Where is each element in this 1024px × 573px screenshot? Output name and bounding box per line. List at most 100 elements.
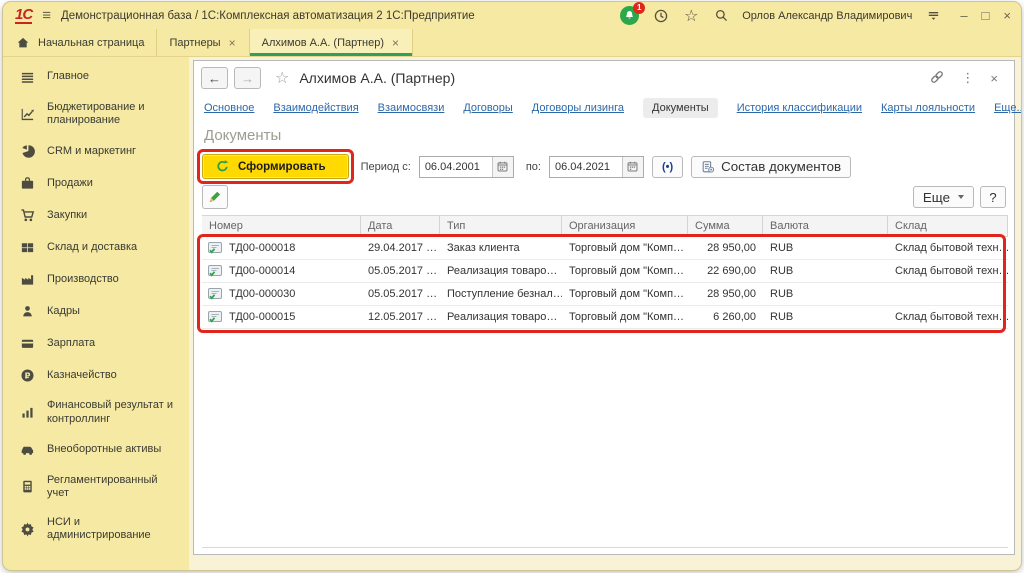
column-header[interactable]: Дата bbox=[361, 215, 440, 237]
more-actions-icon[interactable]: ⋮ bbox=[961, 70, 974, 86]
column-header[interactable]: Валюта bbox=[763, 215, 888, 237]
column-header[interactable]: Тип bbox=[440, 215, 562, 237]
table-row[interactable]: ТД00-000018 29.04.2017 … Заказ клиента Т… bbox=[202, 237, 1008, 260]
nav-link[interactable]: Документы bbox=[643, 98, 718, 118]
document-posted-icon bbox=[207, 241, 223, 255]
column-header[interactable]: Организация bbox=[562, 215, 688, 237]
edit-button[interactable] bbox=[202, 185, 228, 209]
tab[interactable]: Алхимов А.А. (Партнер) × bbox=[250, 29, 413, 56]
calendar-icon[interactable] bbox=[492, 157, 513, 177]
more-button[interactable]: Еще bbox=[913, 186, 974, 208]
nav-link[interactable]: Договоры bbox=[463, 102, 512, 114]
sidebar-item[interactable]: НСИ и администрирование bbox=[3, 508, 189, 550]
calendar-icon[interactable] bbox=[622, 157, 643, 177]
service-menu-icon[interactable] bbox=[924, 7, 942, 25]
hr-icon bbox=[19, 303, 35, 319]
cell-type: Реализация товаро… bbox=[440, 306, 562, 329]
sidebar-item[interactable]: CRM и маркетинг bbox=[3, 135, 189, 167]
column-header[interactable]: Сумма bbox=[688, 215, 763, 237]
tab[interactable]: Начальная страница bbox=[3, 29, 157, 56]
nav-link[interactable]: История классификации bbox=[737, 102, 862, 114]
favorites-star-icon[interactable]: ☆ bbox=[682, 7, 700, 25]
tab-close-icon[interactable]: × bbox=[228, 36, 237, 50]
history-icon[interactable] bbox=[652, 7, 670, 25]
get-link-icon[interactable] bbox=[929, 69, 945, 88]
maximize-button[interactable]: □ bbox=[982, 8, 990, 23]
nav-link[interactable]: Карты лояльности bbox=[881, 102, 975, 114]
sidebar-item[interactable]: Склад и доставка bbox=[3, 231, 189, 263]
tab[interactable]: Партнеры × bbox=[157, 29, 249, 56]
sections-sidebar: Главное Бюджетирование и планирование CR… bbox=[3, 57, 189, 570]
home-icon bbox=[15, 35, 31, 51]
tab-close-icon[interactable]: × bbox=[391, 36, 400, 50]
sidebar-item[interactable]: Р Казначейство bbox=[3, 359, 189, 391]
sidebar-item[interactable]: Продажи bbox=[3, 167, 189, 199]
minimize-button[interactable]: – bbox=[960, 8, 967, 23]
composition-icon bbox=[701, 160, 715, 174]
assets-icon bbox=[19, 442, 35, 458]
treasury-icon: Р bbox=[19, 367, 35, 383]
generate-button[interactable]: Сформировать bbox=[202, 154, 349, 179]
cell-number: ТД00-000014 bbox=[229, 265, 295, 277]
cell-type: Заказ клиента bbox=[440, 237, 562, 260]
sidebar-item[interactable]: Финансовый результат и контроллинг bbox=[3, 391, 189, 433]
cell-currency: RUB bbox=[763, 306, 888, 329]
cell-organization: Торговый дом "Комп… bbox=[562, 306, 688, 329]
sidebar-item-label: Закупки bbox=[47, 209, 87, 222]
nav-link[interactable]: Взаимосвязи bbox=[378, 102, 445, 114]
sidebar-item[interactable]: Главное bbox=[3, 61, 189, 93]
refresh-icon bbox=[215, 159, 230, 174]
sidebar-item[interactable]: Зарплата bbox=[3, 327, 189, 359]
sidebar-item[interactable]: Внеоборотные активы bbox=[3, 434, 189, 466]
period-variant-button[interactable]: (•) bbox=[652, 156, 683, 178]
regaccount-icon bbox=[19, 479, 35, 495]
main-menu-icon[interactable]: ≡ bbox=[42, 7, 51, 24]
column-header[interactable]: Номер bbox=[202, 215, 361, 237]
close-window-button[interactable]: × bbox=[1003, 8, 1011, 23]
sidebar-item-label: Главное bbox=[47, 70, 89, 83]
current-user[interactable]: Орлов Александр Владимирович bbox=[742, 10, 912, 22]
nav-link[interactable]: Основное bbox=[204, 102, 254, 114]
notifications-button[interactable]: 1 bbox=[620, 6, 640, 26]
cell-number: ТД00-000015 bbox=[229, 311, 295, 323]
sidebar-item[interactable]: Производство bbox=[3, 263, 189, 295]
production-icon bbox=[19, 271, 35, 287]
sidebar-item[interactable]: Регламентированный учет bbox=[3, 466, 189, 508]
warehouse-icon bbox=[19, 239, 35, 255]
table-row[interactable]: ТД00-000030 05.05.2017 … Поступление без… bbox=[202, 283, 1008, 306]
period-to-input[interactable] bbox=[550, 157, 622, 177]
search-icon[interactable] bbox=[712, 7, 730, 25]
document-posted-icon bbox=[207, 264, 223, 278]
sidebar-item[interactable]: Закупки bbox=[3, 199, 189, 231]
cell-type: Реализация товаро… bbox=[440, 260, 562, 283]
cell-date: 29.04.2017 … bbox=[361, 237, 440, 260]
document-posted-icon bbox=[207, 310, 223, 324]
cell-date: 12.05.2017 … bbox=[361, 306, 440, 329]
nav-link[interactable]: Договоры лизинга bbox=[532, 102, 624, 114]
sidebar-item[interactable]: Бюджетирование и планирование bbox=[3, 93, 189, 135]
sidebar-item-label: Внеоборотные активы bbox=[47, 443, 161, 456]
cell-organization: Торговый дом "Комп… bbox=[562, 283, 688, 306]
dropdown-arrow-icon bbox=[958, 195, 964, 199]
table-row[interactable]: ТД00-000015 12.05.2017 … Реализация това… bbox=[202, 306, 1008, 329]
nav-link[interactable]: Взаимодействия bbox=[273, 102, 358, 114]
column-header[interactable]: Склад bbox=[888, 215, 1008, 237]
sidebar-item[interactable]: Кадры bbox=[3, 295, 189, 327]
period-from-input[interactable] bbox=[420, 157, 492, 177]
sidebar-item-label: Регламентированный учет bbox=[47, 474, 181, 500]
cell-warehouse: Склад бытовой техн… bbox=[888, 306, 1008, 329]
favorite-star-icon[interactable]: ☆ bbox=[275, 68, 289, 88]
sidebar-item-label: Продажи bbox=[47, 177, 93, 190]
forward-button[interactable]: → bbox=[234, 67, 261, 89]
app-title: Демонстрационная база / 1С:Комплексная а… bbox=[61, 10, 475, 22]
nav-link[interactable]: Еще... bbox=[994, 102, 1021, 114]
document-composition-button[interactable]: Состав документов bbox=[691, 156, 851, 178]
back-button[interactable]: ← bbox=[201, 67, 228, 89]
close-form-icon[interactable]: × bbox=[990, 71, 998, 86]
cell-currency: RUB bbox=[763, 237, 888, 260]
table-row[interactable]: ТД00-000014 05.05.2017 … Реализация това… bbox=[202, 260, 1008, 283]
help-button[interactable]: ? bbox=[980, 186, 1006, 208]
cell-number: ТД00-000030 bbox=[229, 288, 295, 300]
cell-warehouse: Склад бытовой техн… bbox=[888, 260, 1008, 283]
sidebar-item-label: Кадры bbox=[47, 305, 80, 318]
